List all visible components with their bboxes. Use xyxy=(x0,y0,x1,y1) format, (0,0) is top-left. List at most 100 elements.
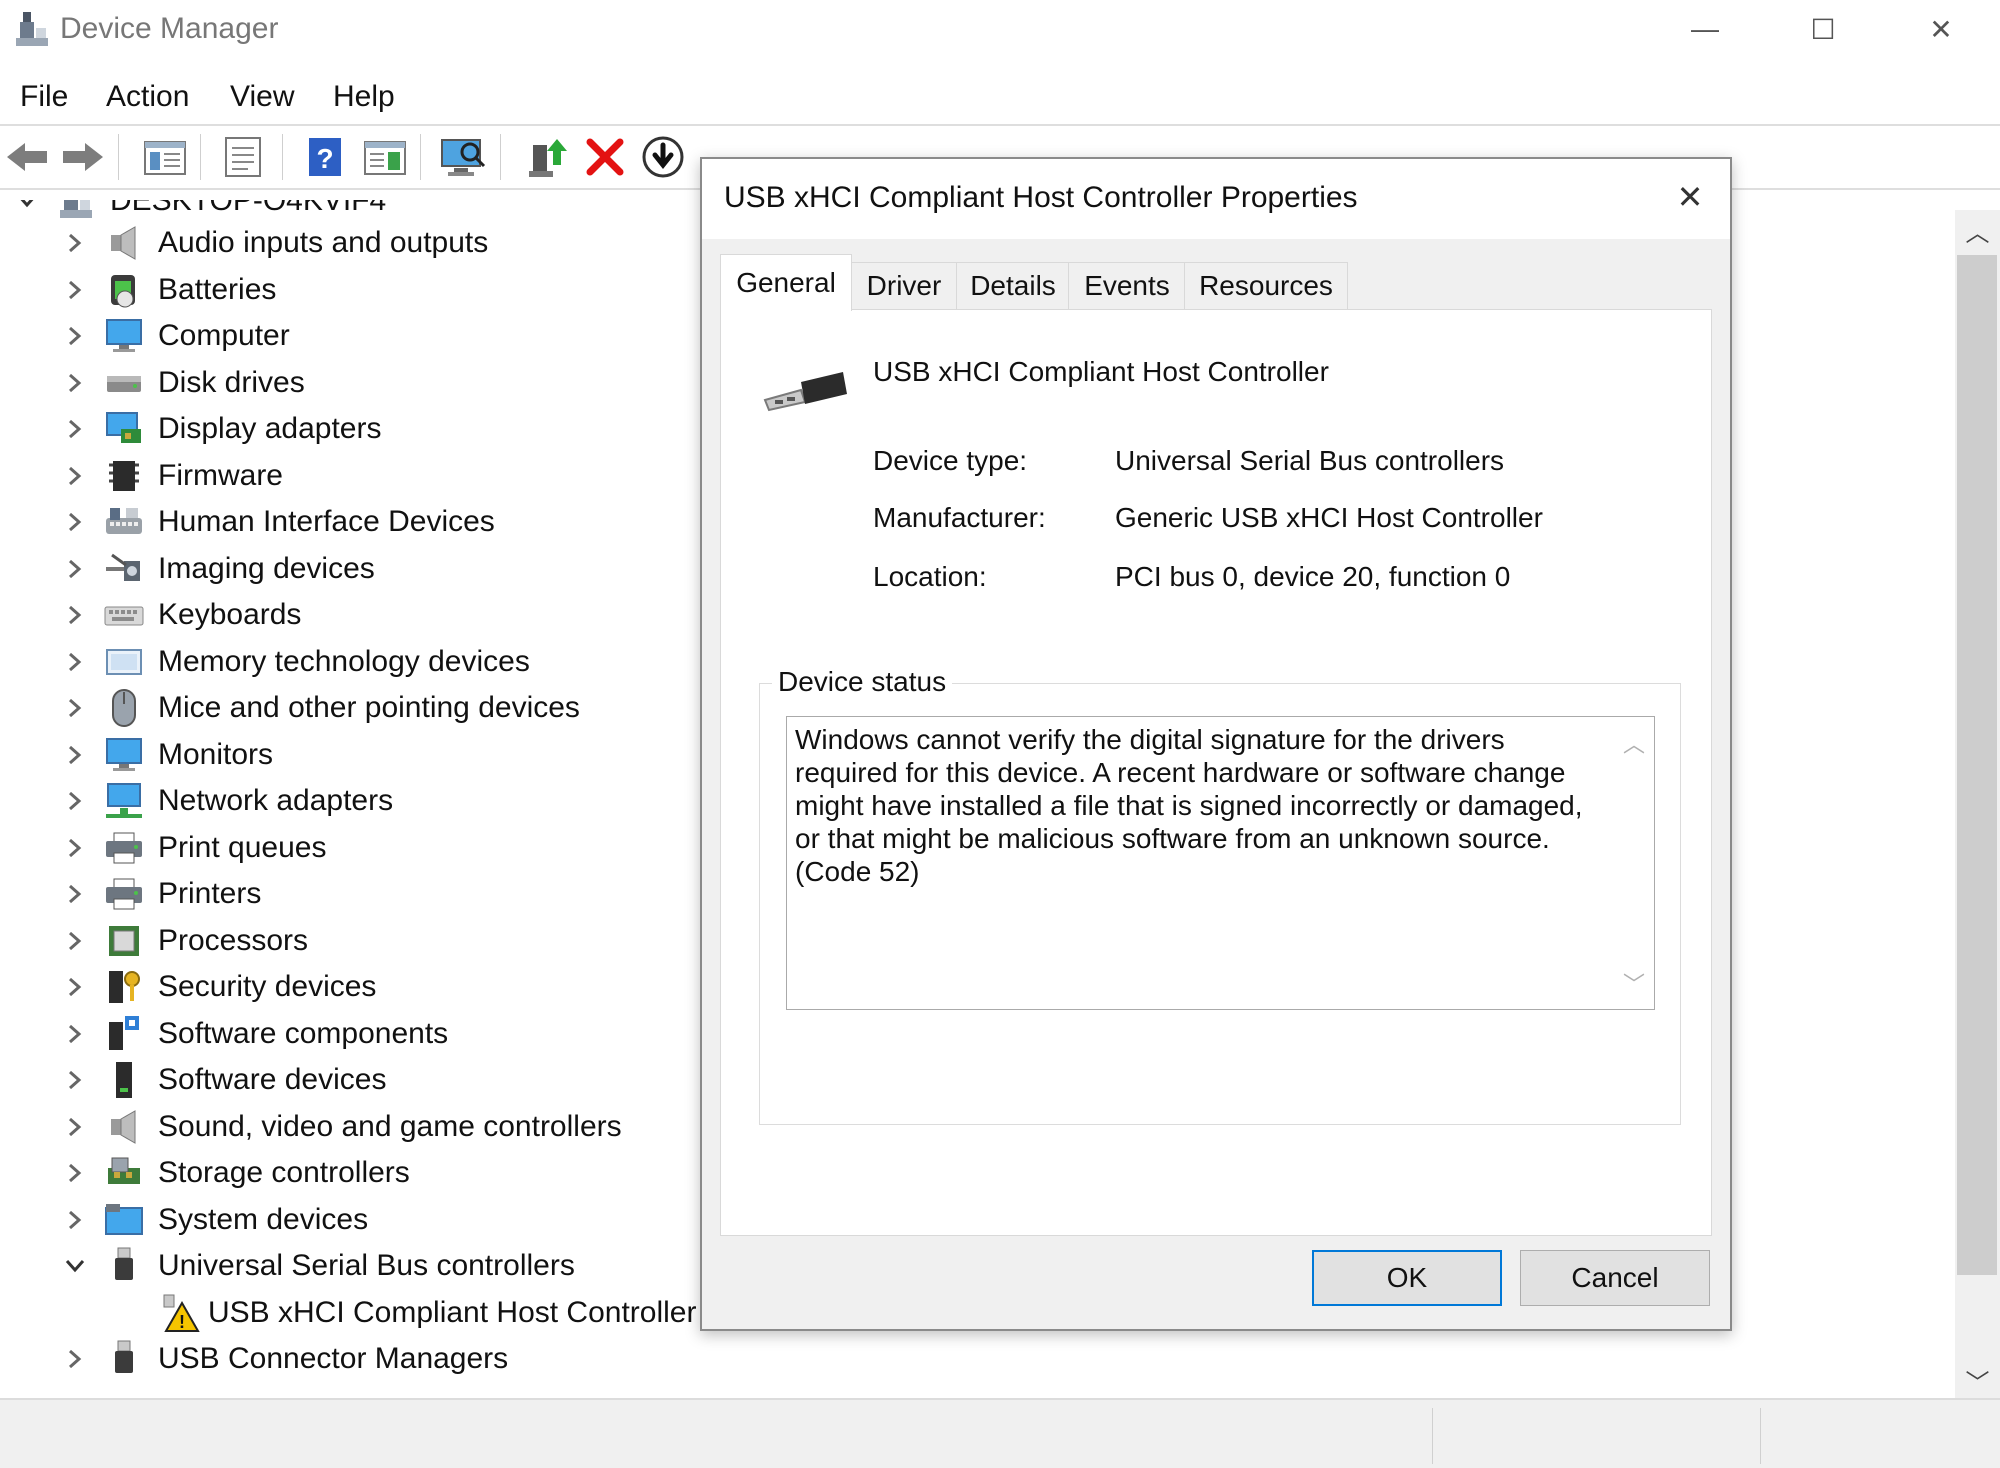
storage-controller-icon xyxy=(104,1153,144,1193)
expand-chevron-icon[interactable] xyxy=(60,267,90,313)
expand-chevron-icon[interactable] xyxy=(60,546,90,592)
tab-general[interactable]: General xyxy=(720,254,852,311)
tab-driver[interactable]: Driver xyxy=(850,262,958,309)
tree-item-label: Mice and other pointing devices xyxy=(158,691,580,724)
status-scrollbar[interactable]: ︿ ﹀ xyxy=(1616,719,1652,1007)
tree-item-label: Firmware xyxy=(158,459,283,492)
uninstall-icon[interactable] xyxy=(582,134,628,180)
expand-chevron-icon[interactable] xyxy=(60,1104,90,1150)
expand-chevron-icon[interactable] xyxy=(60,1150,90,1196)
manufacturer-label: Manufacturer: xyxy=(873,502,1046,533)
menu-file[interactable]: File xyxy=(20,80,68,114)
expand-chevron-icon[interactable] xyxy=(60,871,90,917)
forward-icon[interactable] xyxy=(60,134,106,180)
software-device-icon xyxy=(104,1060,144,1100)
console-tree-icon[interactable] xyxy=(142,134,188,180)
menu-bar: File Action View Help xyxy=(0,74,2000,126)
usb-icon xyxy=(104,1246,144,1286)
display-adapter-icon xyxy=(104,409,144,449)
device-type-value: Universal Serial Bus controllers xyxy=(1115,445,1505,476)
cancel-button[interactable]: Cancel xyxy=(1520,1250,1710,1306)
disk-drive-icon xyxy=(104,363,144,403)
expand-chevron-icon[interactable] xyxy=(60,1336,90,1382)
tree-item-label: Batteries xyxy=(158,273,277,306)
list-view-icon[interactable] xyxy=(362,134,408,180)
help-icon[interactable]: ? xyxy=(302,134,348,180)
tree-item-label: USB Connector Managers xyxy=(158,1342,509,1375)
close-window-button[interactable]: ✕ xyxy=(1882,0,2000,58)
device-status-textbox[interactable]: Windows cannot verify the digital signat… xyxy=(786,716,1655,1010)
expand-chevron-icon[interactable] xyxy=(60,825,90,871)
menu-action[interactable]: Action xyxy=(106,80,189,114)
dialog-title: USB xHCI Compliant Host Controller Prope… xyxy=(724,181,1358,214)
status-bar-divider xyxy=(1432,1408,1433,1464)
expand-chevron-icon[interactable] xyxy=(60,453,90,499)
printer-icon xyxy=(104,874,144,914)
expand-chevron-icon[interactable] xyxy=(60,964,90,1010)
printer-icon xyxy=(104,828,144,868)
toolbar-separator xyxy=(420,134,421,180)
status-scroll-down-icon[interactable]: ﹀ xyxy=(1616,965,1652,1001)
collapse-chevron-icon[interactable] xyxy=(60,1243,90,1289)
scan-monitor-icon[interactable] xyxy=(440,134,486,180)
expand-chevron-icon[interactable] xyxy=(60,313,90,359)
scroll-up-arrow-icon[interactable]: ︿ xyxy=(1955,210,2000,250)
device-manager-icon xyxy=(16,12,48,46)
expand-chevron-icon[interactable] xyxy=(60,1197,90,1243)
expand-chevron-icon[interactable] xyxy=(60,499,90,545)
tab-details[interactable]: Details xyxy=(956,262,1070,309)
title-bar: Device Manager — ☐ ✕ xyxy=(0,0,2000,62)
dialog-title-bar: USB xHCI Compliant Host Controller Prope… xyxy=(702,159,1730,239)
tree-scrollbar[interactable]: ︿ ﹀ xyxy=(1955,210,2000,1400)
expand-chevron-icon[interactable] xyxy=(60,1057,90,1103)
tree-item-label: System devices xyxy=(158,1203,369,1236)
properties-sheet-icon[interactable] xyxy=(220,134,266,180)
expand-chevron-icon[interactable] xyxy=(60,778,90,824)
expand-chevron-icon[interactable] xyxy=(60,360,90,406)
tree-item-label: Disk drives xyxy=(158,366,305,399)
tree-item-label: Processors xyxy=(158,924,309,957)
expand-chevron-icon[interactable] xyxy=(60,406,90,452)
ok-button[interactable]: OK xyxy=(1312,1250,1502,1306)
scroll-down-arrow-icon[interactable]: ﹀ xyxy=(1955,1360,2000,1400)
device-status-message: Windows cannot verify the digital signat… xyxy=(795,724,1583,887)
disable-device-icon[interactable] xyxy=(640,134,686,180)
dialog-close-button[interactable]: ✕ xyxy=(1670,175,1710,219)
update-driver-icon[interactable] xyxy=(524,134,570,180)
tree-item-label: Monitors xyxy=(158,738,274,771)
menu-view[interactable]: View xyxy=(230,80,294,114)
tree-item-label: Human Interface Devices xyxy=(158,505,495,538)
tree-item-label: USB xHCI Compliant Host Controller xyxy=(208,1296,697,1329)
properties-dialog: USB xHCI Compliant Host Controller Prope… xyxy=(700,157,1732,1331)
device-status-group: Device status Windows cannot verify the … xyxy=(759,666,1681,1125)
tree-item-usb-connector-managers[interactable]: USB Connector Managers xyxy=(0,1336,1950,1382)
expand-chevron-icon[interactable] xyxy=(60,639,90,685)
expand-chevron-icon[interactable] xyxy=(60,732,90,778)
minimize-button[interactable]: — xyxy=(1646,0,1764,58)
location-value: PCI bus 0, device 20, function 0 xyxy=(1115,561,1511,592)
device-status-title: Device status xyxy=(772,666,953,698)
status-bar xyxy=(0,1398,2000,1468)
expand-chevron-icon[interactable] xyxy=(60,685,90,731)
tree-item-label: Printers xyxy=(158,877,262,910)
usb-icon xyxy=(104,1339,144,1379)
tree-item-label: Network adapters xyxy=(158,784,394,817)
toolbar-separator xyxy=(282,134,283,180)
monitor-icon xyxy=(104,735,144,775)
battery-icon xyxy=(104,270,144,310)
tab-resources[interactable]: Resources xyxy=(1184,262,1348,309)
scrollbar-thumb[interactable] xyxy=(1957,255,1997,1275)
expand-chevron-icon[interactable] xyxy=(60,918,90,964)
firmware-chip-icon xyxy=(104,456,144,496)
expand-chevron-icon[interactable] xyxy=(60,592,90,638)
expand-chevron-icon[interactable] xyxy=(60,220,90,266)
maximize-button[interactable]: ☐ xyxy=(1764,0,1882,58)
tab-events[interactable]: Events xyxy=(1068,262,1186,309)
tree-item-label: Sound, video and game controllers xyxy=(158,1110,622,1143)
tree-item-label: Display adapters xyxy=(158,412,382,445)
expand-chevron-icon[interactable] xyxy=(60,1011,90,1057)
menu-help[interactable]: Help xyxy=(333,80,395,114)
mouse-icon xyxy=(104,688,144,728)
status-scroll-up-icon[interactable]: ︿ xyxy=(1616,725,1652,761)
back-icon[interactable] xyxy=(4,134,50,180)
